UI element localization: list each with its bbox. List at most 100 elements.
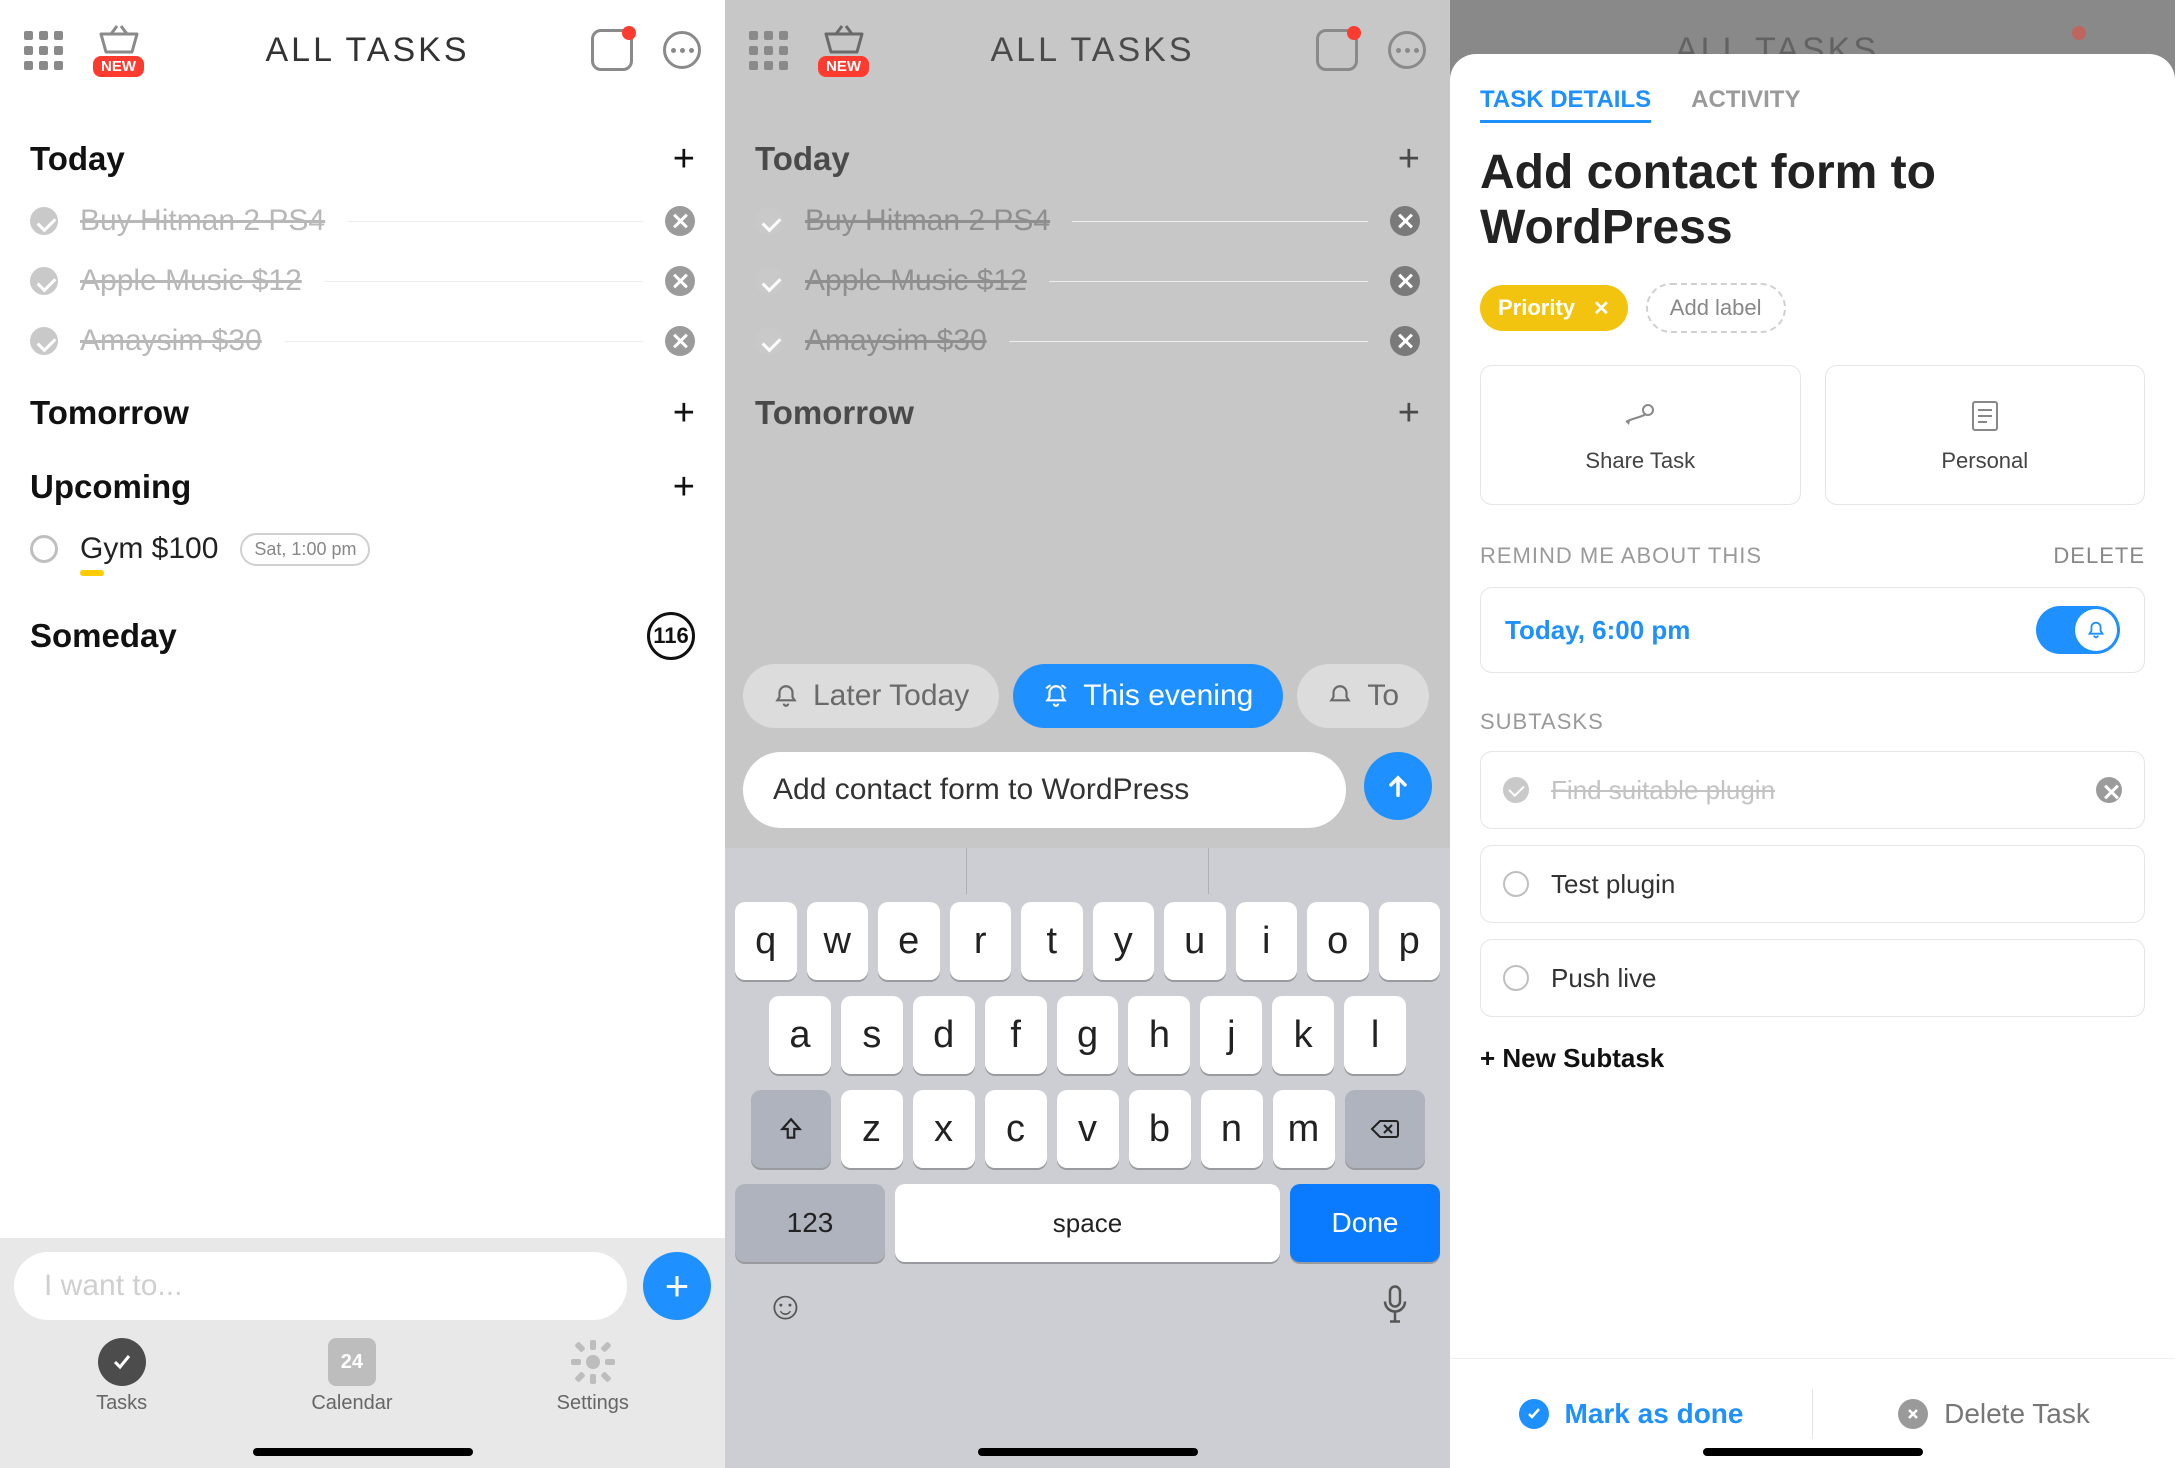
home-indicator[interactable] bbox=[253, 1448, 473, 1456]
keyboard-key-t[interactable]: t bbox=[1021, 902, 1083, 980]
reminder-toggle[interactable] bbox=[2036, 606, 2120, 654]
delete-task-button[interactable]: Delete Task bbox=[1813, 1398, 2175, 1430]
keyboard-backspace[interactable] bbox=[1345, 1090, 1425, 1168]
more-icon[interactable] bbox=[663, 31, 701, 69]
task-check-icon[interactable] bbox=[30, 207, 58, 235]
task-check-icon[interactable] bbox=[755, 267, 783, 295]
keyboard-key-w[interactable]: w bbox=[807, 902, 869, 980]
keyboard-shift[interactable] bbox=[751, 1090, 831, 1168]
subtask-row[interactable]: Push live bbox=[1480, 939, 2145, 1017]
grocery-icon[interactable]: NEW bbox=[818, 24, 869, 77]
keyboard-key-o[interactable]: o bbox=[1307, 902, 1369, 980]
delete-task-button[interactable] bbox=[1390, 326, 1420, 356]
delete-task-button[interactable] bbox=[665, 206, 695, 236]
new-subtask-button[interactable]: + New Subtask bbox=[1480, 1043, 2145, 1074]
keyboard-key-p[interactable]: p bbox=[1379, 902, 1441, 980]
inbox-icon[interactable] bbox=[1316, 29, 1358, 71]
delete-task-button[interactable] bbox=[1390, 206, 1420, 236]
grocery-icon[interactable]: NEW bbox=[93, 24, 144, 77]
new-task-field[interactable] bbox=[743, 752, 1346, 828]
on-screen-keyboard[interactable]: qwertyuiop asdfghjkl zxcvbnm 123 space D… bbox=[725, 848, 1450, 1468]
quick-add-field[interactable] bbox=[14, 1252, 627, 1320]
add-task-button[interactable]: + bbox=[1398, 140, 1420, 178]
keyboard-key-i[interactable]: i bbox=[1236, 902, 1298, 980]
app-grid-icon[interactable] bbox=[749, 31, 788, 70]
keyboard-key-e[interactable]: e bbox=[878, 902, 940, 980]
keyboard-key-m[interactable]: m bbox=[1273, 1090, 1335, 1168]
subtask-row[interactable]: Find suitable plugin bbox=[1480, 751, 2145, 829]
mic-icon[interactable] bbox=[1380, 1284, 1410, 1334]
keyboard-key-c[interactable]: c bbox=[985, 1090, 1047, 1168]
keyboard-key-b[interactable]: b bbox=[1129, 1090, 1191, 1168]
task-row[interactable]: Buy Hitman 2 PS4 bbox=[30, 204, 695, 238]
keyboard-suggestion-bar[interactable] bbox=[725, 848, 1450, 894]
keyboard-space[interactable]: space bbox=[895, 1184, 1280, 1262]
keyboard-key-g[interactable]: g bbox=[1057, 996, 1119, 1074]
delete-reminder-button[interactable]: DELETE bbox=[2053, 543, 2145, 569]
tab-activity[interactable]: ACTIVITY bbox=[1691, 86, 1800, 123]
task-row[interactable]: Apple Music $12 bbox=[755, 264, 1420, 298]
keyboard-key-r[interactable]: r bbox=[950, 902, 1012, 980]
keyboard-key-d[interactable]: d bbox=[913, 996, 975, 1074]
add-label-chip[interactable]: Add label bbox=[1646, 283, 1786, 333]
add-task-button[interactable]: + bbox=[673, 394, 695, 432]
keyboard-key-j[interactable]: j bbox=[1200, 996, 1262, 1074]
delete-task-button[interactable] bbox=[1390, 266, 1420, 296]
keyboard-key-k[interactable]: k bbox=[1272, 996, 1334, 1074]
keyboard-key-q[interactable]: q bbox=[735, 902, 797, 980]
task-radio[interactable] bbox=[30, 535, 58, 563]
keyboard-key-z[interactable]: z bbox=[841, 1090, 903, 1168]
share-task-card[interactable]: Share Task bbox=[1480, 365, 1801, 505]
task-row[interactable]: Apple Music $12 bbox=[30, 264, 695, 298]
nav-settings[interactable]: Settings bbox=[557, 1338, 629, 1415]
task-row[interactable]: Buy Hitman 2 PS4 bbox=[755, 204, 1420, 238]
subtask-radio[interactable] bbox=[1503, 965, 1529, 991]
new-task-input[interactable] bbox=[773, 773, 1316, 807]
home-indicator[interactable] bbox=[978, 1448, 1198, 1456]
submit-task-button[interactable] bbox=[1364, 752, 1432, 820]
task-check-icon[interactable] bbox=[755, 327, 783, 355]
keyboard-key-y[interactable]: y bbox=[1093, 902, 1155, 980]
task-check-icon[interactable] bbox=[755, 207, 783, 235]
keyboard-key-x[interactable]: x bbox=[913, 1090, 975, 1168]
home-indicator[interactable] bbox=[1703, 1448, 1923, 1456]
keyboard-key-n[interactable]: n bbox=[1201, 1090, 1263, 1168]
add-button[interactable]: + bbox=[643, 1252, 711, 1320]
delete-task-button[interactable] bbox=[665, 326, 695, 356]
chip-later-today[interactable]: Later Today bbox=[743, 664, 999, 728]
add-task-button[interactable]: + bbox=[1398, 394, 1420, 432]
keyboard-key-a[interactable]: a bbox=[769, 996, 831, 1074]
keyboard-key-l[interactable]: l bbox=[1344, 996, 1406, 1074]
inbox-icon[interactable] bbox=[591, 29, 633, 71]
emoji-icon[interactable]: ☺ bbox=[765, 1284, 806, 1334]
subtask-row[interactable]: Test plugin bbox=[1480, 845, 2145, 923]
app-grid-icon[interactable] bbox=[24, 31, 63, 70]
mark-done-button[interactable]: Mark as done bbox=[1450, 1398, 1812, 1430]
priority-chip[interactable]: Priority ✕ bbox=[1480, 285, 1628, 331]
add-task-button[interactable]: + bbox=[673, 468, 695, 506]
keyboard-key-s[interactable]: s bbox=[841, 996, 903, 1074]
delete-task-button[interactable] bbox=[665, 266, 695, 296]
task-row[interactable]: Gym $100 Sat, 1:00 pm bbox=[30, 532, 695, 566]
remove-chip-icon[interactable]: ✕ bbox=[1593, 296, 1610, 321]
task-check-icon[interactable] bbox=[30, 267, 58, 295]
task-check-icon[interactable] bbox=[30, 327, 58, 355]
keyboard-key-h[interactable]: h bbox=[1128, 996, 1190, 1074]
task-row[interactable]: Amaysim $30 bbox=[30, 324, 695, 358]
nav-tasks[interactable]: Tasks bbox=[96, 1338, 147, 1415]
more-icon[interactable] bbox=[1388, 31, 1426, 69]
chip-tomorrow[interactable]: To bbox=[1297, 664, 1429, 728]
subtask-check[interactable] bbox=[1503, 777, 1529, 803]
keyboard-123[interactable]: 123 bbox=[735, 1184, 885, 1262]
tab-details[interactable]: TASK DETAILS bbox=[1480, 86, 1651, 123]
delete-subtask-button[interactable] bbox=[2096, 777, 2122, 803]
subtask-radio[interactable] bbox=[1503, 871, 1529, 897]
nav-calendar[interactable]: 24 Calendar bbox=[311, 1338, 392, 1415]
keyboard-key-f[interactable]: f bbox=[985, 996, 1047, 1074]
task-row[interactable]: Amaysim $30 bbox=[755, 324, 1420, 358]
keyboard-key-u[interactable]: u bbox=[1164, 902, 1226, 980]
keyboard-key-v[interactable]: v bbox=[1057, 1090, 1119, 1168]
add-task-button[interactable]: + bbox=[673, 140, 695, 178]
list-card[interactable]: Personal bbox=[1825, 365, 2146, 505]
reminder-card[interactable]: Today, 6:00 pm bbox=[1480, 587, 2145, 673]
